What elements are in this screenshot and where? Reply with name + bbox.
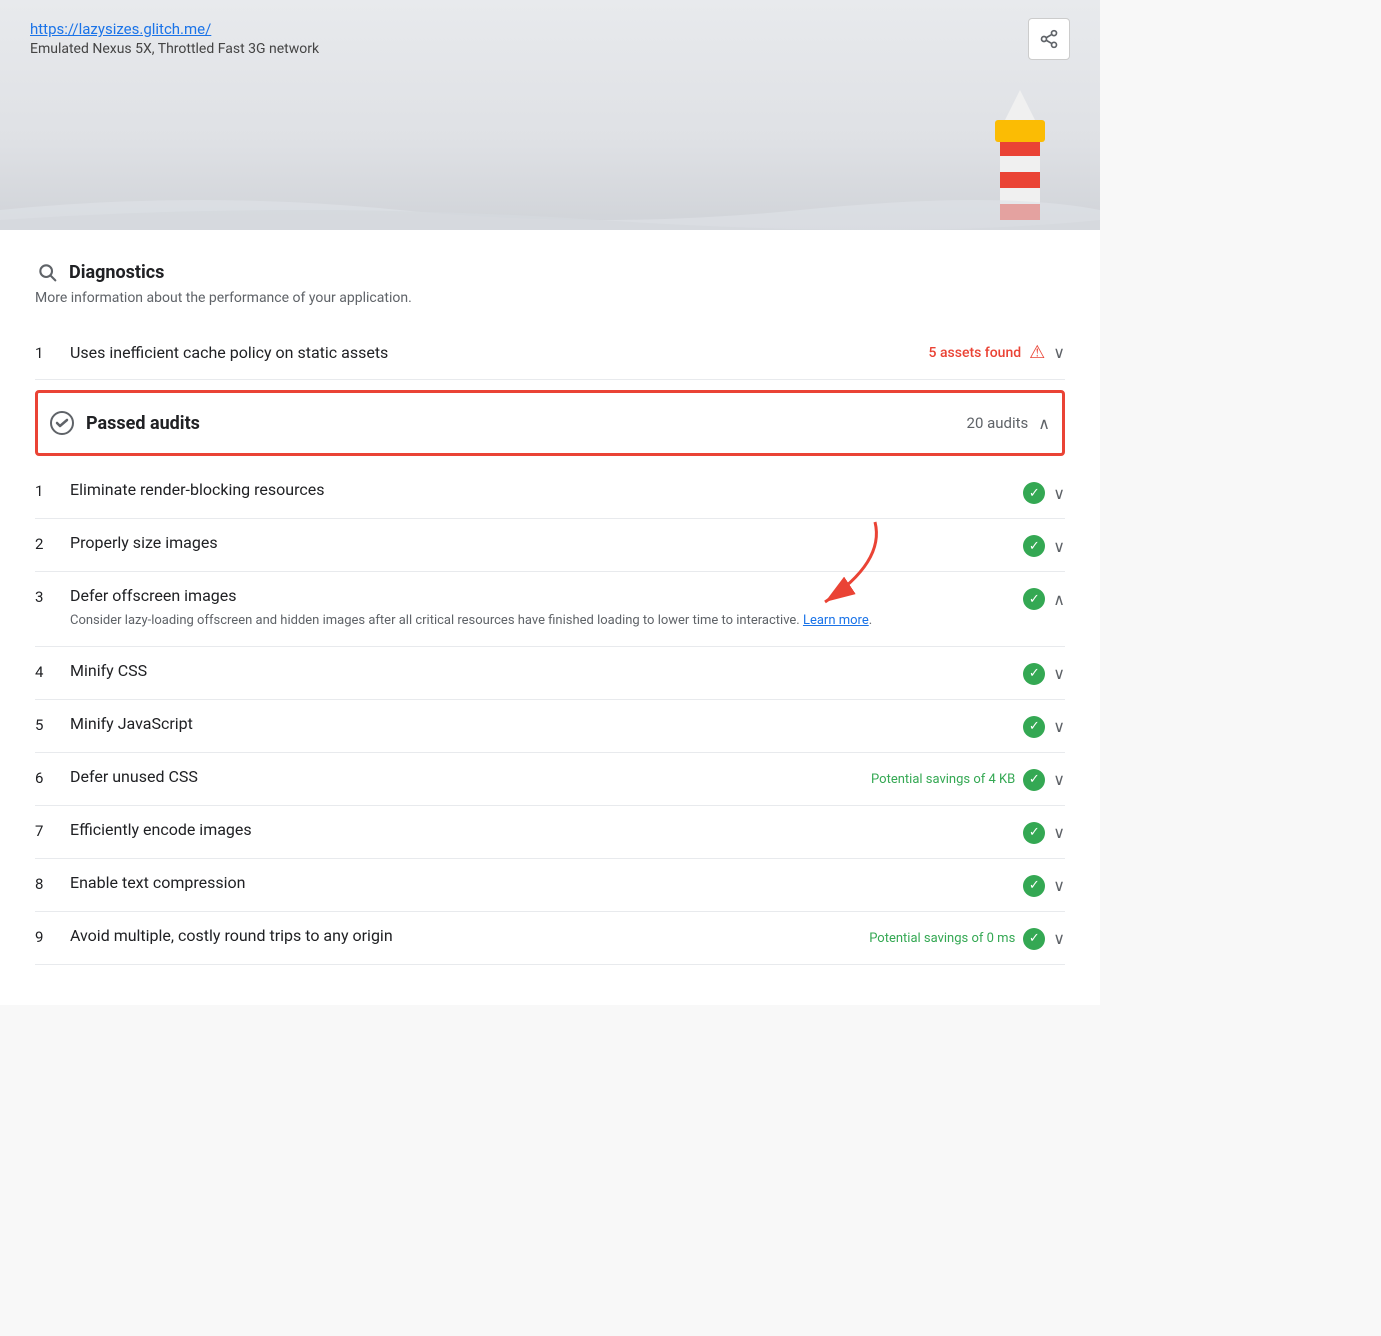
- passed-label-9: Avoid multiple, costly round trips to an…: [70, 926, 393, 945]
- main-content: Diagnostics More information about the p…: [0, 230, 1100, 1005]
- chevron-up-icon: ∧: [1038, 414, 1050, 433]
- passed-meta-8: ✓ ∨: [1023, 873, 1065, 897]
- share-icon: [1039, 29, 1059, 49]
- warning-icon: ⚠: [1029, 342, 1045, 363]
- green-check-icon-9: ✓: [1023, 928, 1045, 950]
- wave-decoration: [0, 180, 1100, 230]
- assets-found-text: 5 assets found: [929, 345, 1022, 361]
- chevron-down-icon-1: ∨: [1053, 343, 1065, 362]
- passed-label-4: Minify CSS: [70, 661, 147, 680]
- green-check-icon-7: ✓: [1023, 822, 1045, 844]
- passed-num-8: 8: [35, 873, 70, 893]
- green-check-icon-5: ✓: [1023, 716, 1045, 738]
- passed-label-6: Defer unused CSS: [70, 767, 198, 786]
- passed-content-7: Efficiently encode images: [70, 820, 1023, 839]
- passed-num-2: 2: [35, 533, 70, 553]
- diagnostics-section: Diagnostics More information about the p…: [35, 260, 1065, 380]
- chevron-icon-6: ∨: [1053, 770, 1065, 789]
- learn-more-link-3[interactable]: Learn more: [803, 613, 869, 628]
- passed-label-7: Efficiently encode images: [70, 820, 252, 839]
- green-check-icon-2: ✓: [1023, 535, 1045, 557]
- savings-text-9: Potential savings of 0 ms: [869, 931, 1015, 946]
- chevron-icon-1: ∨: [1053, 484, 1065, 503]
- passed-desc-3: Consider lazy-loading offscreen and hidd…: [70, 611, 1023, 632]
- passed-content-2: Properly size images: [70, 533, 1023, 552]
- passed-meta-3: ✓ ∧: [1023, 586, 1065, 610]
- passed-item-2[interactable]: 2 Properly size images ✓ ∨: [35, 519, 1065, 572]
- check-icon: [50, 411, 74, 435]
- passed-meta-2: ✓ ∨: [1023, 533, 1065, 557]
- chevron-icon-3: ∧: [1053, 590, 1065, 609]
- passed-item-7[interactable]: 7 Efficiently encode images ✓ ∨: [35, 806, 1065, 859]
- passed-meta-4: ✓ ∨: [1023, 661, 1065, 685]
- diagnostics-description: More information about the performance o…: [35, 290, 1065, 306]
- passed-content-3: Defer offscreen images Consider lazy-loa…: [70, 586, 1023, 632]
- passed-content-5: Minify JavaScript: [70, 714, 1023, 733]
- passed-item-9[interactable]: 9 Avoid multiple, costly round trips to …: [35, 912, 1065, 965]
- diagnostic-item-1[interactable]: 1 Uses inefficient cache policy on stati…: [35, 326, 1065, 380]
- header-subtitle: Emulated Nexus 5X, Throttled Fast 3G net…: [30, 41, 319, 57]
- passed-content-1: Eliminate render-blocking resources: [70, 480, 1023, 499]
- diagnostic-label-1: Uses inefficient cache policy on static …: [70, 343, 929, 362]
- passed-audits-title: Passed audits: [86, 413, 967, 434]
- passed-label-1: Eliminate render-blocking resources: [70, 480, 324, 499]
- green-check-icon-3: ✓: [1023, 588, 1045, 610]
- passed-content-9: Avoid multiple, costly round trips to an…: [70, 926, 869, 945]
- chevron-icon-7: ∨: [1053, 823, 1065, 842]
- diagnostic-meta-1: 5 assets found ⚠ ∨: [929, 342, 1065, 363]
- passed-meta-7: ✓ ∨: [1023, 820, 1065, 844]
- diagnostics-title: Diagnostics: [69, 262, 164, 283]
- passed-content-6: Defer unused CSS: [70, 767, 871, 786]
- passed-label-5: Minify JavaScript: [70, 714, 193, 733]
- passed-num-4: 4: [35, 661, 70, 681]
- green-check-icon-1: ✓: [1023, 482, 1045, 504]
- share-button[interactable]: [1028, 18, 1070, 60]
- passed-meta-5: ✓ ∨: [1023, 714, 1065, 738]
- passed-content-8: Enable text compression: [70, 873, 1023, 892]
- chevron-icon-9: ∨: [1053, 929, 1065, 948]
- passed-content-4: Minify CSS: [70, 661, 1023, 680]
- passed-num-6: 6: [35, 767, 70, 787]
- passed-num-5: 5: [35, 714, 70, 734]
- chevron-icon-5: ∨: [1053, 717, 1065, 736]
- passed-audits-header[interactable]: Passed audits 20 audits ∧: [35, 390, 1065, 456]
- passed-item-6[interactable]: 6 Defer unused CSS Potential savings of …: [35, 753, 1065, 806]
- savings-text-6: Potential savings of 4 KB: [871, 772, 1015, 787]
- passed-num-9: 9: [35, 926, 70, 946]
- passed-meta-1: ✓ ∨: [1023, 480, 1065, 504]
- search-icon: [37, 262, 57, 282]
- header: https://lazysizes.glitch.me/ Emulated Ne…: [0, 0, 1100, 230]
- passed-audits-count: 20 audits: [967, 414, 1029, 432]
- green-check-icon-8: ✓: [1023, 875, 1045, 897]
- passed-num-7: 7: [35, 820, 70, 840]
- passed-item-3[interactable]: 3 Defer offscreen images Consider lazy-l…: [35, 572, 1065, 647]
- chevron-icon-4: ∨: [1053, 664, 1065, 683]
- passed-audits-section: Passed audits 20 audits ∧ 1 Eliminate re…: [35, 390, 1065, 965]
- passed-num-1: 1: [35, 480, 70, 500]
- passed-item-8[interactable]: 8 Enable text compression ✓ ∨: [35, 859, 1065, 912]
- chevron-icon-8: ∨: [1053, 876, 1065, 895]
- passed-label-8: Enable text compression: [70, 873, 245, 892]
- passed-item-4[interactable]: 4 Minify CSS ✓ ∨: [35, 647, 1065, 700]
- passed-meta-9: Potential savings of 0 ms ✓ ∨: [869, 926, 1065, 950]
- passed-label-3: Defer offscreen images: [70, 586, 237, 605]
- chevron-icon-2: ∨: [1053, 537, 1065, 556]
- green-check-icon-4: ✓: [1023, 663, 1045, 685]
- passed-meta-6: Potential savings of 4 KB ✓ ∨: [871, 767, 1065, 791]
- passed-label-2: Properly size images: [70, 533, 218, 552]
- passed-item-5[interactable]: 5 Minify JavaScript ✓ ∨: [35, 700, 1065, 753]
- passed-num-3: 3: [35, 586, 70, 606]
- diagnostics-search-icon: [35, 260, 59, 284]
- diagnostics-header: Diagnostics: [35, 260, 1065, 284]
- header-url[interactable]: https://lazysizes.glitch.me/: [30, 20, 1070, 38]
- diagnostic-num-1: 1: [35, 344, 70, 362]
- passed-item-1[interactable]: 1 Eliminate render-blocking resources ✓ …: [35, 466, 1065, 519]
- green-check-icon-6: ✓: [1023, 769, 1045, 791]
